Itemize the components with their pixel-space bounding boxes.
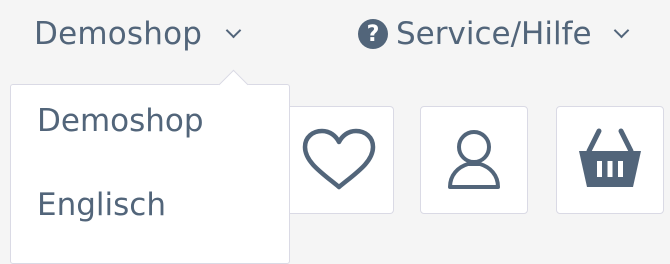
basket-icon xyxy=(579,128,641,187)
cart-button[interactable] xyxy=(556,106,664,214)
help-icon: ? xyxy=(358,19,388,49)
shop-switcher[interactable]: Demoshop xyxy=(34,12,242,56)
account-button[interactable] xyxy=(420,106,528,214)
chevron-down-icon xyxy=(225,22,242,38)
dropdown-item-englisch[interactable]: Englisch xyxy=(37,187,166,223)
top-bar: Demoshop ? Service/Hilfe xyxy=(0,0,670,70)
service-menu[interactable]: ? Service/Hilfe xyxy=(358,12,629,56)
wishlist-button[interactable] xyxy=(284,106,394,214)
heart-icon xyxy=(302,128,375,190)
shop-switcher-label: Demoshop xyxy=(34,16,203,52)
chevron-down-icon xyxy=(613,22,629,38)
shop-dropdown-menu: Demoshop Englisch xyxy=(10,84,290,264)
service-menu-label: Service/Hilfe xyxy=(396,16,592,52)
user-icon xyxy=(448,130,500,189)
dropdown-item-demoshop[interactable]: Demoshop xyxy=(37,103,204,139)
